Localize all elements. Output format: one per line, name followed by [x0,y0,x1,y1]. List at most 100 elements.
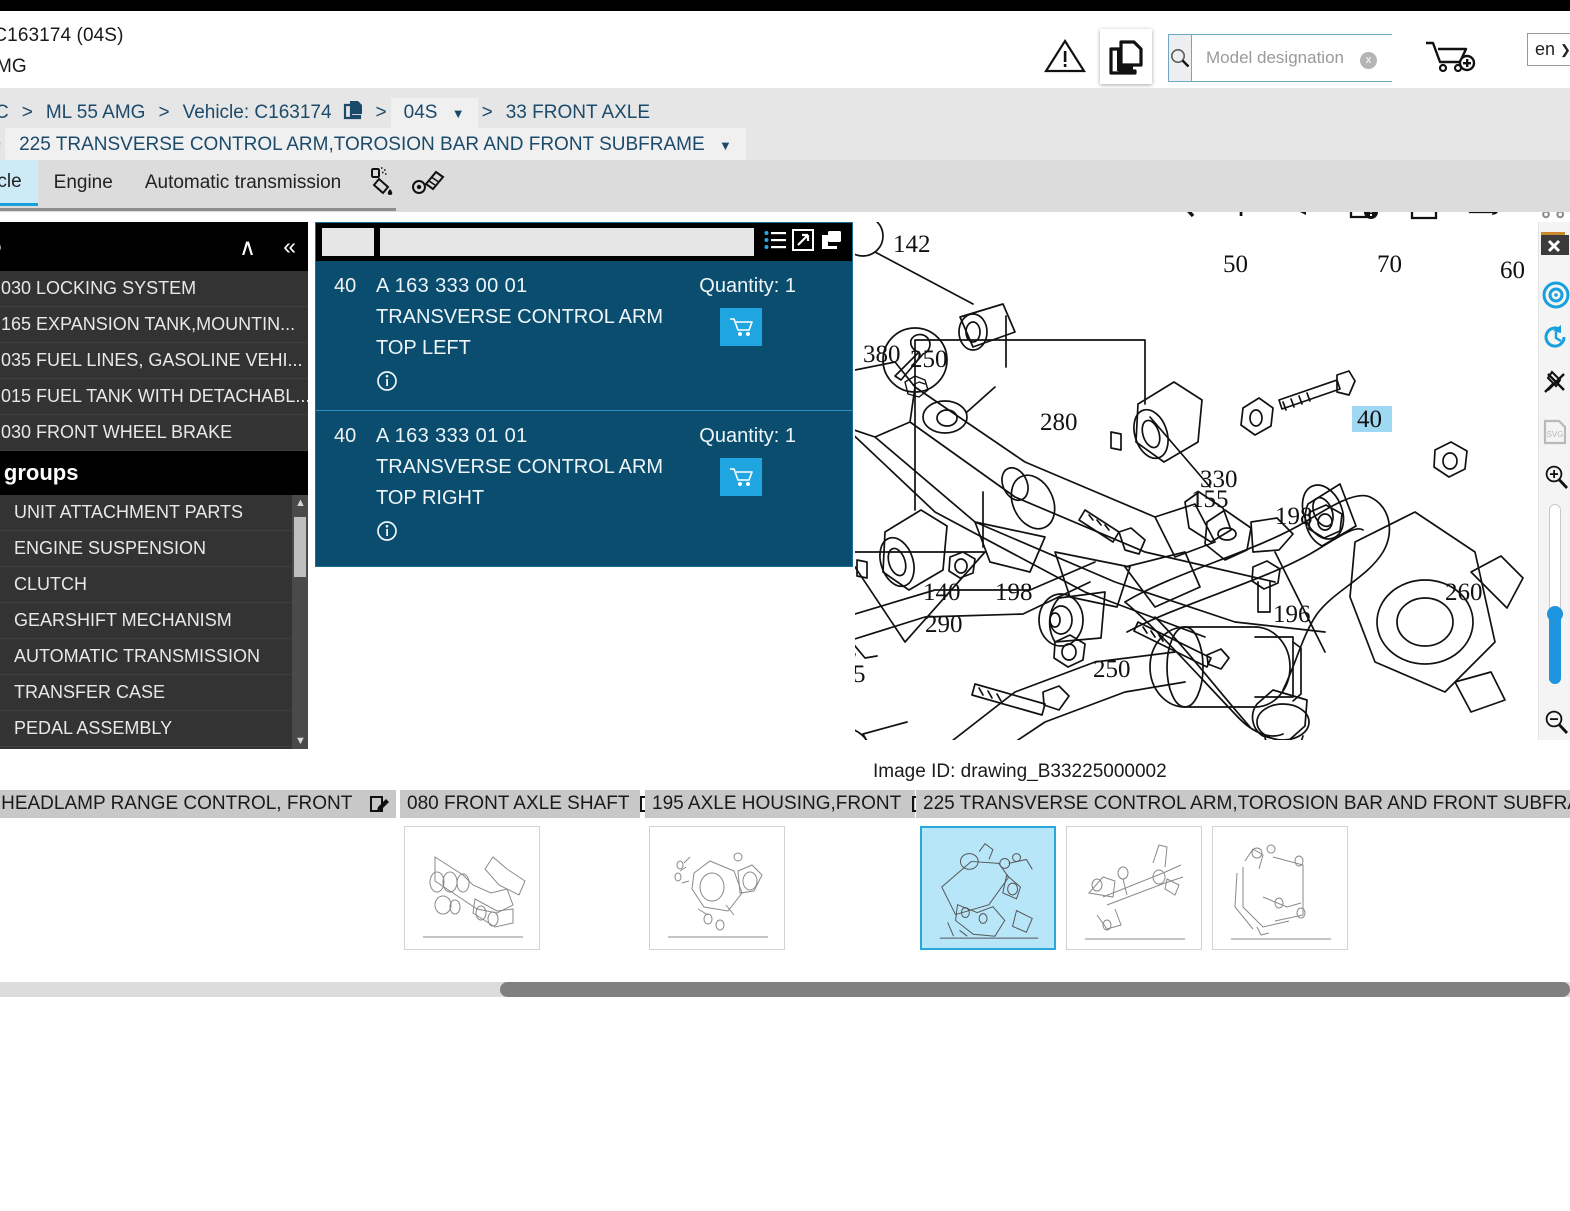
thumbnail-item[interactable] [1212,826,1348,950]
scroll-down-arrow-icon[interactable]: ▼ [295,735,306,747]
tree-item-fuel-tank[interactable]: – 015 FUEL TANK WITH DETACHABL... [0,379,308,415]
part-description-line1: TRANSVERSE CONTROL ARM [376,456,664,478]
target-focus-icon[interactable] [1541,280,1570,310]
module-tabs-row: ehicle Engine Automatic transmission [0,160,1570,371]
breadcrumb-row-1: C > ML 55 AMG > Vehicle: C163174 > 04S ▼… [0,96,659,130]
part-position-number: 40 [334,425,357,447]
parts-header-cell-position [322,228,374,256]
cart-add-icon[interactable] [1424,39,1480,75]
svg-export-icon[interactable]: SVG [1541,417,1570,447]
thumb-group-header[interactable]: 225 TRANSVERSE CONTROL ARM,TOROSION BAR … [916,790,1570,818]
thumbnail-item[interactable] [1066,826,1202,950]
info-circle-icon[interactable] [376,520,398,542]
edit-pencil-icon[interactable] [369,794,389,814]
reset-rotate-icon[interactable] [1541,322,1570,352]
tab-vehicle[interactable]: ehicle [0,160,38,206]
main-groups-header: ain groups [0,451,308,495]
copy-documents-icon[interactable] [1100,29,1152,84]
list-view-icon[interactable] [764,230,786,250]
add-to-cart-icon[interactable] [720,458,762,496]
breadcrumb-bar: C > ML 55 AMG > Vehicle: C163174 > 04S ▼… [0,88,1570,220]
callout-60: 60 [1500,257,1525,284]
main-groups-list: UNIT ATTACHMENT PARTS ENGINE SUSPENSION … [0,495,308,749]
main-groups-title: ain groups [0,460,79,485]
breadcrumb-item-subgroup[interactable]: 225 TRANSVERSE CONTROL ARM,TOROSION BAR … [5,128,746,162]
zoom-slider-fill[interactable] [1549,612,1561,684]
part-details: A 163 333 00 01 TRANSVERSE CONTROL ARM T… [376,275,663,392]
main-group-automatic-transmission[interactable]: AUTOMATIC TRANSMISSION [0,639,308,675]
thumb-group-header[interactable]: MIC HEADLAMP RANGE CONTROL, FRONT [0,790,396,818]
model-designation-input[interactable] [1192,35,1427,81]
top-black-strip [0,0,1570,11]
tab-automatic-transmission[interactable]: Automatic transmission [129,160,357,206]
language-selector[interactable]: en ❯ [1527,33,1570,66]
horizontal-scrollbar[interactable] [0,982,1570,997]
model-search-container: x [1168,34,1427,82]
info-circle-icon[interactable] [376,370,398,392]
thumbnail-item[interactable] [920,826,1056,950]
technical-drawing-viewport[interactable]: 142 380 250 250 250 250 250 250 250 280 … [855,222,1570,740]
new-window-icon[interactable] [820,229,844,251]
callout-40: 40 [1357,406,1382,433]
zoom-out-icon[interactable] [1541,707,1570,737]
breadcrumb-item-variant[interactable]: 04S ▼ [390,98,478,128]
expand-fullscreen-icon[interactable] [792,229,814,251]
tab-vehicle-label: ehicle [0,170,22,192]
thumbnail-item[interactable] [649,826,785,950]
zoom-in-icon[interactable] [1541,462,1570,492]
tree-item-locking-system[interactable]: – 030 LOCKING SYSTEM [0,271,308,307]
breadcrumb-item-vehicle[interactable]: Vehicle: C163174 [174,99,341,127]
add-to-cart-icon[interactable] [720,308,762,346]
main-group-gearshift-mechanism[interactable]: GEARSHIFT MECHANISM [0,603,308,639]
breadcrumb-item-catalog[interactable]: C [0,99,18,127]
scrollbar-thumb[interactable] [500,982,1570,997]
thumb-group-header[interactable]: 080 FRONT AXLE SHAFT [400,790,660,818]
image-id-label: Image ID: drawing_B33225000002 [873,761,1167,782]
thumbnail-item[interactable] [404,826,540,950]
breadcrumb-item-model[interactable]: ML 55 AMG [37,99,155,127]
collapse-up-icon[interactable]: ∧ [239,234,256,261]
main-group-clutch[interactable]: CLUTCH [0,567,308,603]
warning-triangle-icon[interactable] [1044,38,1086,74]
language-value: en [1535,39,1556,59]
tree-item-label: – 030 LOCKING SYSTEM [0,278,197,298]
thumb-group-label: 195 AXLE HOUSING,FRONT [652,793,902,814]
breadcrumb-item-group[interactable]: 33 FRONT AXLE [497,99,659,127]
part-description-line2: TOP RIGHT [376,487,485,509]
main-group-engine-suspension[interactable]: ENGINE SUSPENSION [0,531,308,567]
tree-item-expansion-tank[interactable]: – 165 EXPANSION TANK,MOUNTIN... [0,307,308,343]
thumb-group-axle-housing: 195 AXLE HOUSING,FRONT [645,790,932,970]
paint-spray-icon[interactable] [363,163,403,203]
part-row[interactable]: 40 A 163 333 01 01 TRANSVERSE CONTROL AR… [316,411,852,561]
bolt-parts-icon[interactable] [409,163,449,203]
main-group-pedal-assembly[interactable]: PEDAL ASSEMBLY [0,711,308,747]
main-group-unit-attachment-parts[interactable]: UNIT ATTACHMENT PARTS [0,495,308,531]
chevron-down-icon: ❯ [1560,41,1570,57]
close-panel-icon[interactable] [1539,230,1570,260]
scrollbar-thumb[interactable] [294,517,306,577]
subgroup-label: 225 TRANSVERSE CONTROL ARM,TOROSION BAR … [19,134,705,155]
clear-search-icon[interactable]: x [1360,52,1377,69]
main-groups-scrollbar[interactable]: ▲ ▼ [292,495,308,749]
part-details: A 163 333 01 01 TRANSVERSE CONTROL ARM T… [376,425,663,542]
thumb-group-header[interactable]: 195 AXLE HOUSING,FRONT [645,790,932,818]
unpin-icon[interactable] [1541,367,1570,397]
scroll-up-arrow-icon[interactable]: ▲ [295,497,306,509]
zoom-slider-handle[interactable] [1547,606,1563,622]
left-panel-title: p 5 [0,232,1,259]
tabs-underline [0,208,396,211]
main-group-transfer-case[interactable]: TRANSFER CASE [0,675,308,711]
callout-50: 50 [1223,251,1248,278]
tab-engine[interactable]: Engine [38,160,129,206]
thumb-group-label: 225 TRANSVERSE CONTROL ARM,TOROSION BAR … [923,793,1570,814]
svg-text:SVG: SVG [1547,430,1564,439]
collapse-left-icon[interactable]: « [283,233,296,260]
part-description-line2: TOP LEFT [376,337,471,359]
magnifier-icon[interactable] [1169,35,1192,81]
tree-item-front-wheel-brake[interactable]: – 030 FRONT WHEEL BRAKE [0,415,308,451]
part-row[interactable]: 40 A 163 333 00 01 TRANSVERSE CONTROL AR… [316,261,852,411]
tree-item-fuel-lines[interactable]: – 035 FUEL LINES, GASOLINE VEHI... [0,343,308,379]
callout-250-shown: 250 [910,346,948,373]
callout-290: 290 [925,611,963,638]
copy-vin-icon[interactable] [341,96,372,130]
